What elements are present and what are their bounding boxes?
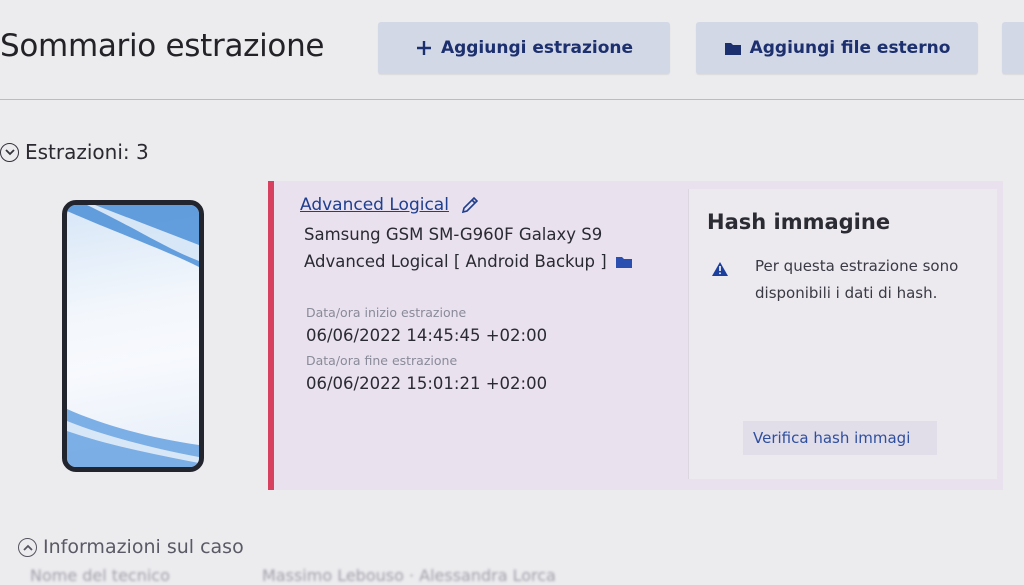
pencil-icon[interactable]	[459, 194, 481, 216]
chevron-down-circle-icon	[0, 142, 19, 162]
hash-title: Hash immagine	[707, 210, 891, 234]
folder-icon	[724, 41, 742, 56]
extraction-type-label: Advanced Logical [ Android Backup ]	[304, 252, 607, 271]
header-divider	[0, 99, 1024, 100]
case-row-label: Nome del tecnico	[30, 566, 170, 585]
folder-icon[interactable]	[615, 255, 633, 269]
extraction-title-link[interactable]: Advanced Logical	[300, 194, 481, 216]
start-time-value: 06/06/2022 14:45:45 +02:00	[306, 326, 548, 345]
case-info-section-toggle[interactable]: Informazioni sul caso	[18, 536, 244, 558]
extractions-count-label: Estrazioni: 3	[25, 140, 149, 164]
plus-icon	[415, 39, 433, 57]
toolbar-more-button[interactable]	[1002, 22, 1024, 74]
extractions-section-toggle[interactable]: Estrazioni: 3	[0, 140, 149, 164]
add-external-file-button[interactable]: Aggiungi file esterno	[696, 22, 978, 74]
hash-message: Per questa estrazione sono disponibili i…	[755, 257, 959, 302]
add-external-file-label: Aggiungi file esterno	[749, 38, 951, 58]
verify-hash-button[interactable]: Verifica hash immagi	[743, 421, 937, 455]
case-row-value: Massimo Lebouso · Alessandra Lorca	[262, 566, 556, 585]
page-title: Sommario estrazione	[0, 28, 325, 64]
extraction-card: Advanced Logical Samsung GSM SM-G960F Ga…	[268, 181, 1003, 490]
add-extraction-label: Aggiungi estrazione	[440, 38, 634, 58]
phone-device-image	[62, 200, 204, 472]
extraction-type: Advanced Logical [ Android Backup ]	[304, 252, 633, 271]
end-time-label: Data/ora fine estrazione	[306, 353, 458, 368]
case-info-label: Informazioni sul caso	[43, 536, 244, 558]
add-extraction-button[interactable]: Aggiungi estrazione	[378, 22, 670, 74]
warning-triangle-icon	[711, 261, 729, 281]
extraction-title-label: Advanced Logical	[300, 195, 449, 215]
hash-panel: Hash immagine Per questa estrazione sono…	[688, 189, 997, 479]
device-name: Samsung GSM SM-G960F Galaxy S9	[304, 225, 603, 244]
chevron-up-circle-icon	[18, 537, 37, 557]
start-time-label: Data/ora inizio estrazione	[306, 305, 467, 320]
end-time-value: 06/06/2022 15:01:21 +02:00	[306, 374, 548, 393]
